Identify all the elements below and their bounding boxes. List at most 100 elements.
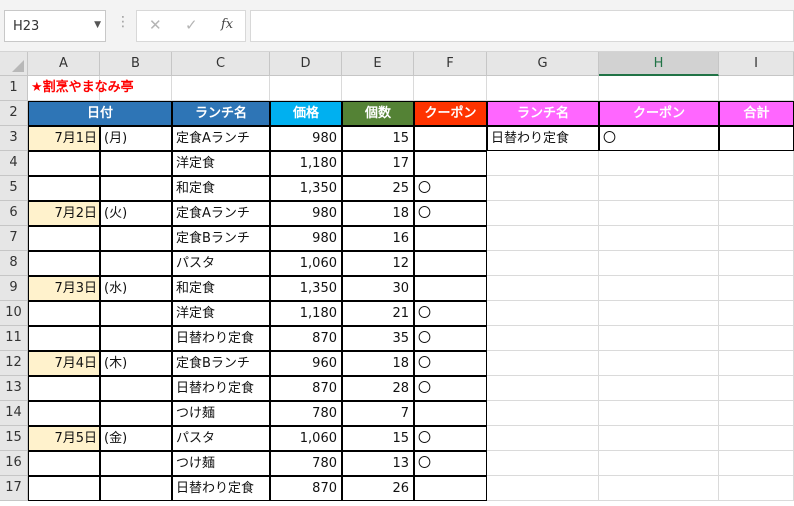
criteria-coupon[interactable]: 〇 — [599, 126, 719, 151]
cell[interactable] — [270, 76, 342, 101]
coupon-cell[interactable]: 〇 — [414, 201, 487, 226]
weekday-cell[interactable] — [100, 251, 172, 276]
cell[interactable] — [599, 376, 719, 401]
column-header-e[interactable]: E — [342, 52, 414, 76]
count-cell[interactable]: 18 — [342, 201, 414, 226]
date-cell[interactable]: 7月2日 — [28, 201, 100, 226]
cell[interactable] — [599, 201, 719, 226]
cell[interactable] — [487, 201, 599, 226]
count-cell[interactable]: 18 — [342, 351, 414, 376]
cell[interactable] — [719, 301, 794, 326]
lunch-name-cell[interactable]: 和定食 — [172, 176, 270, 201]
cell[interactable] — [719, 76, 794, 101]
coupon-cell[interactable] — [414, 476, 487, 501]
count-cell[interactable]: 13 — [342, 451, 414, 476]
formula-input[interactable] — [250, 10, 794, 42]
lunch-name-cell[interactable]: 定食Bランチ — [172, 351, 270, 376]
row-header-12[interactable]: 12 — [0, 351, 28, 376]
cell[interactable] — [487, 226, 599, 251]
count-cell[interactable]: 35 — [342, 326, 414, 351]
cell[interactable] — [487, 301, 599, 326]
date-cell[interactable]: 7月5日 — [28, 426, 100, 451]
coupon-cell[interactable] — [414, 251, 487, 276]
drag-handle-icon[interactable]: ⋮ — [116, 14, 130, 30]
coupon-cell[interactable]: 〇 — [414, 376, 487, 401]
cell[interactable] — [599, 451, 719, 476]
cell[interactable] — [487, 351, 599, 376]
coupon-cell[interactable]: 〇 — [414, 176, 487, 201]
column-header-c[interactable]: C — [172, 52, 270, 76]
weekday-cell[interactable] — [100, 176, 172, 201]
price-cell[interactable]: 870 — [270, 476, 342, 501]
cell[interactable] — [599, 276, 719, 301]
column-header-b[interactable]: B — [100, 52, 172, 76]
row-header-8[interactable]: 8 — [0, 251, 28, 276]
date-cell[interactable] — [28, 451, 100, 476]
header-coupon[interactable]: クーポン — [414, 101, 487, 126]
count-cell[interactable]: 7 — [342, 401, 414, 426]
cell[interactable] — [719, 176, 794, 201]
weekday-cell[interactable] — [100, 401, 172, 426]
cell[interactable] — [599, 401, 719, 426]
price-cell[interactable]: 1,180 — [270, 151, 342, 176]
date-cell[interactable] — [28, 251, 100, 276]
date-cell[interactable] — [28, 151, 100, 176]
count-cell[interactable]: 26 — [342, 476, 414, 501]
cell[interactable] — [599, 226, 719, 251]
cell[interactable] — [487, 326, 599, 351]
row-header-14[interactable]: 14 — [0, 401, 28, 426]
coupon-cell[interactable]: 〇 — [414, 301, 487, 326]
cell[interactable] — [719, 426, 794, 451]
price-cell[interactable]: 1,350 — [270, 176, 342, 201]
date-cell[interactable] — [28, 476, 100, 501]
cell[interactable] — [719, 351, 794, 376]
column-header-h[interactable]: H — [599, 52, 719, 76]
chevron-down-icon[interactable]: ▼ — [94, 20, 101, 30]
row-header-13[interactable]: 13 — [0, 376, 28, 401]
criteria-header-total[interactable]: 合計 — [719, 101, 794, 126]
weekday-cell[interactable] — [100, 226, 172, 251]
row-header-3[interactable]: 3 — [0, 126, 28, 151]
insert-function-icon[interactable]: fx — [221, 17, 233, 32]
lunch-name-cell[interactable]: つけ麺 — [172, 401, 270, 426]
count-cell[interactable]: 12 — [342, 251, 414, 276]
coupon-cell[interactable]: 〇 — [414, 426, 487, 451]
cell[interactable] — [719, 451, 794, 476]
row-header-11[interactable]: 11 — [0, 326, 28, 351]
cell[interactable] — [342, 76, 414, 101]
cell[interactable] — [599, 251, 719, 276]
weekday-cell[interactable] — [100, 376, 172, 401]
cell[interactable] — [719, 326, 794, 351]
coupon-cell[interactable]: 〇 — [414, 451, 487, 476]
lunch-name-cell[interactable]: 日替わり定食 — [172, 376, 270, 401]
column-header-a[interactable]: A — [28, 52, 100, 76]
column-header-g[interactable]: G — [487, 52, 599, 76]
row-header-6[interactable]: 6 — [0, 201, 28, 226]
lunch-name-cell[interactable]: パスタ — [172, 426, 270, 451]
coupon-cell[interactable] — [414, 226, 487, 251]
lunch-name-cell[interactable]: 定食Bランチ — [172, 226, 270, 251]
lunch-name-cell[interactable]: 定食Aランチ — [172, 126, 270, 151]
cell[interactable] — [487, 276, 599, 301]
cell[interactable] — [599, 426, 719, 451]
coupon-cell[interactable] — [414, 401, 487, 426]
criteria-lunch-name[interactable]: 日替わり定食 — [487, 126, 599, 151]
lunch-name-cell[interactable]: 和定食 — [172, 276, 270, 301]
column-header-f[interactable]: F — [414, 52, 487, 76]
date-cell[interactable] — [28, 401, 100, 426]
price-cell[interactable]: 980 — [270, 226, 342, 251]
weekday-cell[interactable]: (水) — [100, 276, 172, 301]
row-header-1[interactable]: 1 — [0, 76, 28, 101]
coupon-cell[interactable] — [414, 276, 487, 301]
price-cell[interactable]: 1,180 — [270, 301, 342, 326]
cell[interactable] — [599, 476, 719, 501]
cell[interactable] — [719, 401, 794, 426]
count-cell[interactable]: 30 — [342, 276, 414, 301]
price-cell[interactable]: 960 — [270, 351, 342, 376]
cell[interactable] — [599, 151, 719, 176]
date-cell[interactable]: 7月3日 — [28, 276, 100, 301]
cell[interactable] — [487, 76, 599, 101]
cell[interactable] — [719, 201, 794, 226]
price-cell[interactable]: 870 — [270, 376, 342, 401]
cell[interactable] — [719, 226, 794, 251]
